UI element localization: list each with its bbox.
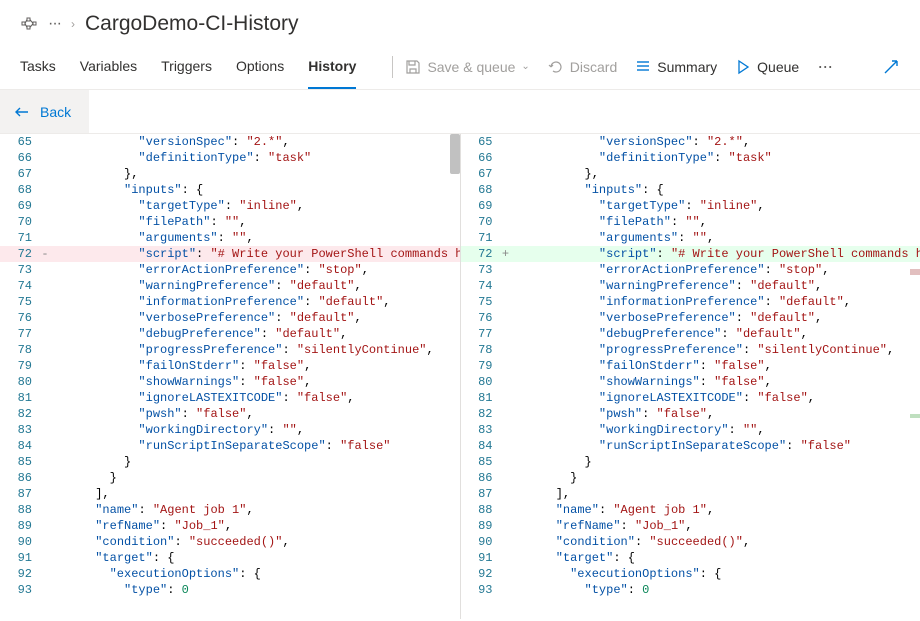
scrollbar-left[interactable]: [450, 134, 460, 619]
divider: [392, 56, 393, 78]
code-line: 66 "definitionType": "task": [0, 150, 460, 166]
code-line: 77 "debugPreference": "default",: [461, 326, 920, 342]
scrollbar-right[interactable]: [910, 134, 920, 619]
more-actions-icon[interactable]: ···: [817, 56, 832, 77]
code-line: 71 "arguments": "",: [0, 230, 460, 246]
code-line: 89 "refName": "Job_1",: [0, 518, 460, 534]
code-line: 82 "pwsh": "false",: [461, 406, 920, 422]
code-line: 75 "informationPreference": "default",: [0, 294, 460, 310]
code-line: 66 "definitionType": "task": [461, 150, 920, 166]
back-strip: Back: [0, 90, 920, 134]
code-line: 68 "inputs": {: [461, 182, 920, 198]
code-line: 90 "condition": "succeeded()",: [0, 534, 460, 550]
code-line: 72+ "script": "# Write your PowerShell c…: [461, 246, 920, 262]
code-line: 89 "refName": "Job_1",: [461, 518, 920, 534]
code-line: 67 },: [0, 166, 460, 182]
tab-triggers[interactable]: Triggers: [161, 44, 212, 89]
code-line: 86 }: [0, 470, 460, 486]
code-line: 88 "name": "Agent job 1",: [0, 502, 460, 518]
save-queue-button[interactable]: Save & queue ⌄: [405, 59, 529, 75]
header-breadcrumb: ··· › CargoDemo-CI-History: [0, 0, 920, 44]
save-icon: [405, 59, 421, 75]
code-line: 81 "ignoreLASTEXITCODE": "false",: [0, 390, 460, 406]
code-line: 72- "script": "# Write your PowerShell c…: [0, 246, 460, 262]
code-line: 83 "workingDirectory": "",: [461, 422, 920, 438]
code-line: 81 "ignoreLASTEXITCODE": "false",: [461, 390, 920, 406]
tab-options[interactable]: Options: [236, 44, 284, 89]
code-line: 79 "failOnStderr": "false",: [0, 358, 460, 374]
diff-left-pane[interactable]: 65 "versionSpec": "2.*",66 "definitionTy…: [0, 134, 460, 619]
code-line: 68 "inputs": {: [0, 182, 460, 198]
arrow-left-icon: [14, 104, 30, 120]
undo-icon: [548, 59, 564, 75]
diff-view: 65 "versionSpec": "2.*",66 "definitionTy…: [0, 134, 920, 619]
code-line: 73 "errorActionPreference": "stop",: [0, 262, 460, 278]
code-line: 93 "type": 0: [461, 582, 920, 598]
summary-button[interactable]: Summary: [635, 59, 717, 75]
tab-bar: Tasks Variables Triggers Options History…: [0, 44, 920, 90]
code-line: 82 "pwsh": "false",: [0, 406, 460, 422]
chevron-down-icon: ⌄: [521, 61, 529, 72]
code-line: 76 "verbosePreference": "default",: [0, 310, 460, 326]
code-line: 92 "executionOptions": {: [461, 566, 920, 582]
code-line: 79 "failOnStderr": "false",: [461, 358, 920, 374]
code-line: 65 "versionSpec": "2.*",: [0, 134, 460, 150]
code-line: 85 }: [0, 454, 460, 470]
code-line: 92 "executionOptions": {: [0, 566, 460, 582]
summary-icon: [635, 59, 651, 75]
code-line: 87 ],: [0, 486, 460, 502]
pipeline-icon[interactable]: [20, 15, 38, 33]
code-line: 90 "condition": "succeeded()",: [461, 534, 920, 550]
code-line: 77 "debugPreference": "default",: [0, 326, 460, 342]
code-line: 83 "workingDirectory": "",: [0, 422, 460, 438]
code-line: 78 "progressPreference": "silentlyContin…: [461, 342, 920, 358]
code-line: 93 "type": 0: [0, 582, 460, 598]
code-line: 91 "target": {: [461, 550, 920, 566]
code-line: 91 "target": {: [0, 550, 460, 566]
diff-right-pane[interactable]: 65 "versionSpec": "2.*",66 "definitionTy…: [460, 134, 920, 619]
fullscreen-icon[interactable]: [882, 58, 900, 76]
code-line: 78 "progressPreference": "silentlyContin…: [0, 342, 460, 358]
code-line: 75 "informationPreference": "default",: [461, 294, 920, 310]
discard-button[interactable]: Discard: [548, 59, 617, 75]
code-line: 88 "name": "Agent job 1",: [461, 502, 920, 518]
code-line: 86 }: [461, 470, 920, 486]
code-line: 70 "filePath": "",: [0, 214, 460, 230]
breadcrumb-overflow-icon[interactable]: ···: [48, 15, 61, 33]
code-line: 84 "runScriptInSeparateScope": "false": [461, 438, 920, 454]
code-line: 80 "showWarnings": "false",: [461, 374, 920, 390]
chevron-right-icon: ›: [71, 17, 75, 31]
code-line: 67 },: [461, 166, 920, 182]
tab-tasks[interactable]: Tasks: [20, 44, 56, 89]
code-line: 74 "warningPreference": "default",: [461, 278, 920, 294]
tab-history[interactable]: History: [308, 44, 356, 89]
code-line: 65 "versionSpec": "2.*",: [461, 134, 920, 150]
code-line: 71 "arguments": "",: [461, 230, 920, 246]
play-icon: [735, 59, 751, 75]
code-line: 80 "showWarnings": "false",: [0, 374, 460, 390]
code-line: 70 "filePath": "",: [461, 214, 920, 230]
queue-button[interactable]: Queue: [735, 59, 799, 75]
page-title: CargoDemo-CI-History: [85, 12, 299, 36]
code-line: 69 "targetType": "inline",: [0, 198, 460, 214]
code-line: 73 "errorActionPreference": "stop",: [461, 262, 920, 278]
code-line: 84 "runScriptInSeparateScope": "false": [0, 438, 460, 454]
code-line: 74 "warningPreference": "default",: [0, 278, 460, 294]
tab-variables[interactable]: Variables: [80, 44, 137, 89]
back-button[interactable]: Back: [0, 90, 89, 133]
code-line: 76 "verbosePreference": "default",: [461, 310, 920, 326]
code-line: 87 ],: [461, 486, 920, 502]
code-line: 85 }: [461, 454, 920, 470]
code-line: 69 "targetType": "inline",: [461, 198, 920, 214]
